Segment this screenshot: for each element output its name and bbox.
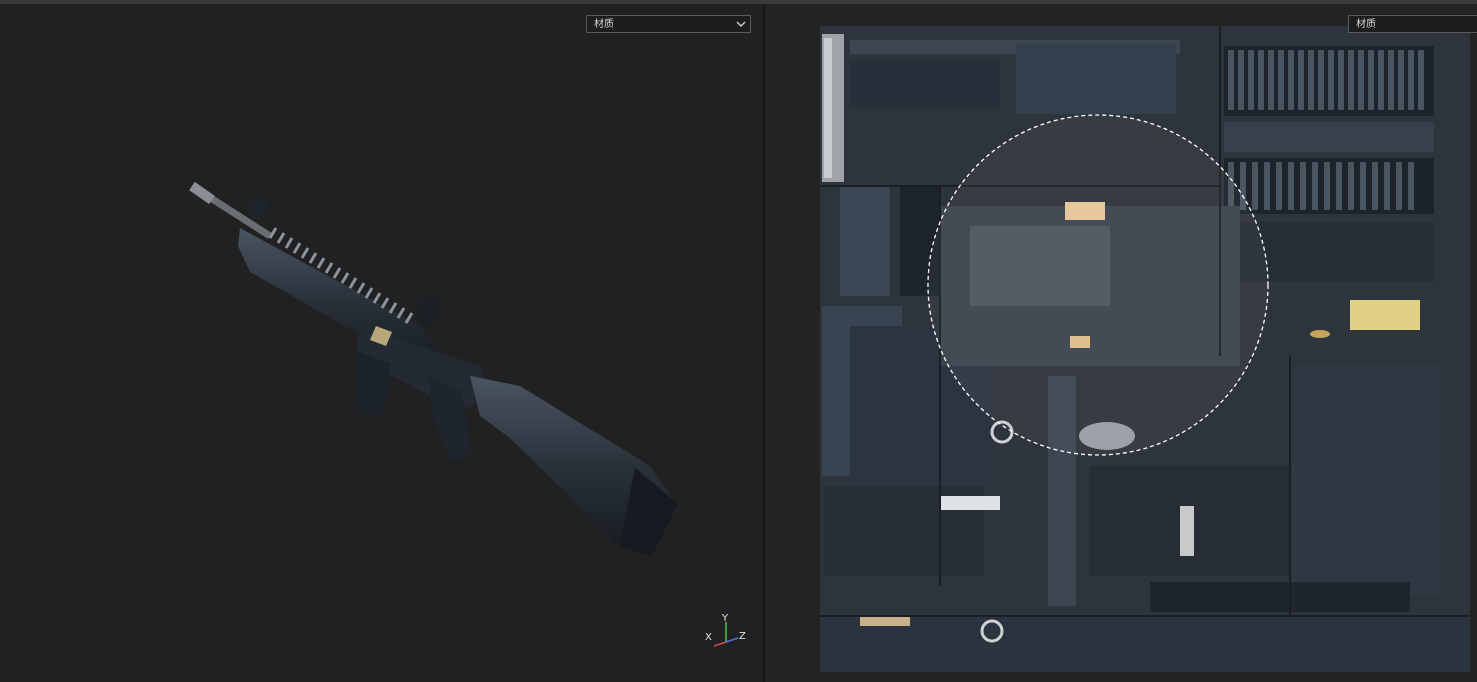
front-sight	[248, 194, 268, 220]
2d-texture-viewport[interactable]: 材质	[765, 4, 1477, 682]
material-dropdown-2d[interactable]: 材质	[1348, 15, 1477, 33]
axis-x-label: X	[705, 632, 712, 643]
material-dropdown-label: 材质	[594, 19, 614, 30]
rifle-3d-model[interactable]	[180, 176, 690, 566]
material-dropdown-label: 材质	[1356, 19, 1376, 30]
axis-y-label: Y	[721, 613, 729, 624]
dashed-circle-brush	[927, 114, 1269, 456]
rear-sight	[416, 294, 438, 326]
material-dropdown-3d[interactable]: 材质	[586, 15, 751, 33]
axis-z-label: Z	[739, 631, 746, 642]
axis-gizmo: Y X Z	[705, 613, 746, 647]
chevron-down-icon	[736, 21, 746, 27]
